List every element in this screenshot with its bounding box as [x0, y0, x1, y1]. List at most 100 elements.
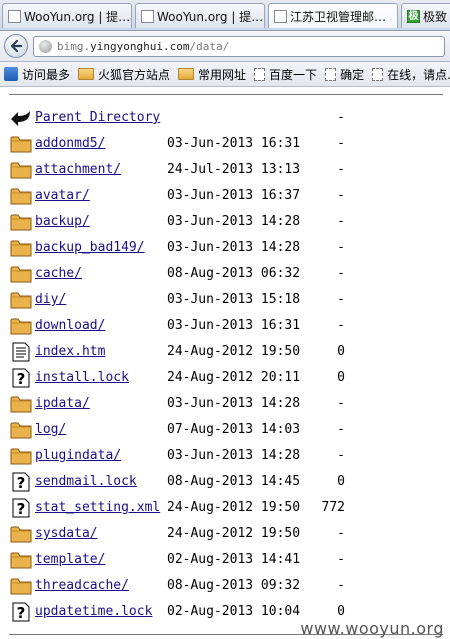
listing-row: ? sendmail.lock 08-Aug-2013 14:45 0: [10, 469, 450, 495]
entry-date: 08-Aug-2013 06:32: [167, 266, 301, 281]
tab-4[interactable]: 极 极致: [401, 3, 450, 28]
folder-icon: [78, 68, 95, 80]
bookmark-baidu[interactable]: 百度一下: [254, 66, 317, 83]
bookmark-most-visited[interactable]: 访问最多: [0, 66, 70, 83]
folder-icon: [10, 550, 32, 570]
entry-date: 24-Aug-2012 19:50: [167, 526, 301, 541]
entry-size: -: [337, 214, 345, 229]
bookmark-label: 百度一下: [269, 67, 318, 82]
listing-row: sysdata/24-Aug-2012 19:50 -: [10, 521, 450, 547]
back-arrow-icon: [10, 39, 23, 53]
entry-link[interactable]: stat_setting.xml: [35, 500, 160, 515]
entry-date: 03-Jun-2013 16:37: [167, 188, 301, 203]
bookmarks-bar: 访问最多 火狐官方站点 常用网址 百度一下 确定 在线，请点…: [0, 62, 450, 87]
unknown-file-icon: ?: [10, 498, 32, 518]
entry-size: -: [337, 240, 345, 255]
bookmark-icon: [4, 67, 18, 81]
page-icon: [141, 9, 154, 23]
entry-date: 08-Aug-2013 09:32: [167, 578, 301, 593]
unknown-file-icon: ?: [10, 602, 32, 622]
svg-text:?: ?: [17, 370, 26, 388]
entry-size: -: [337, 292, 345, 307]
entry-link[interactable]: threadcache/: [35, 578, 129, 593]
page-icon: [325, 67, 337, 81]
entry-date: 03-Jun-2013 16:31: [167, 136, 301, 151]
folder-icon: [10, 186, 32, 206]
listing-row: plugindata/03-Jun-2013 14:28 -: [10, 443, 450, 469]
entry-link[interactable]: attachment/: [35, 162, 121, 177]
entry-date: 07-Aug-2013 14:03: [167, 422, 301, 437]
entry-link[interactable]: backup_bad149/: [35, 240, 145, 255]
entry-link[interactable]: addonmd5/: [35, 136, 105, 151]
entry-date: 03-Jun-2013 14:28: [167, 396, 301, 411]
entry-link[interactable]: diy/: [35, 292, 66, 307]
entry-link[interactable]: template/: [35, 552, 105, 567]
entry-link[interactable]: cache/: [35, 266, 82, 281]
entry-link[interactable]: ipdata/: [35, 396, 90, 411]
entry-date: 03-Jun-2013 16:31: [167, 318, 301, 333]
entry-date: 03-Jun-2013 15:18: [167, 292, 301, 307]
page-icon: [8, 9, 21, 23]
bookmark-confirm[interactable]: 确定: [325, 66, 364, 83]
bookmark-firefox-site[interactable]: 火狐官方站点: [78, 66, 170, 83]
entry-size: -: [337, 188, 345, 203]
entry-link[interactable]: backup/: [35, 214, 90, 229]
bookmark-common-sites[interactable]: 常用网址: [178, 66, 246, 83]
folder-icon: [10, 316, 32, 336]
entry-link[interactable]: log/: [35, 422, 66, 437]
entry-size: 0: [337, 344, 345, 359]
listing-row: index.htm 24-Aug-2012 19:50 0: [10, 339, 450, 365]
listing-row: threadcache/08-Aug-2013 09:32 -: [10, 573, 450, 599]
globe-icon: [39, 40, 52, 53]
bookmark-online[interactable]: 在线，请点…: [372, 66, 450, 83]
folder-icon: [10, 134, 32, 154]
address-text: bimg.yingyonghui.com/data/: [57, 40, 230, 53]
folder-icon: [10, 420, 32, 440]
entry-date: 24-Jul-2013 13:13: [167, 162, 301, 177]
entry-link[interactable]: avatar/: [35, 188, 90, 203]
navigation-bar: bimg.yingyonghui.com/data/: [0, 31, 450, 62]
entry-link[interactable]: plugindata/: [35, 448, 121, 463]
entry-date: 24-Aug-2012 20:11: [167, 370, 301, 385]
listing-row: diy/03-Jun-2013 15:18 -: [10, 287, 450, 313]
page-icon: [274, 9, 287, 23]
listing-row: ? install.lock 24-Aug-2012 20:11 0: [10, 365, 450, 391]
entry-date: 03-Jun-2013 14:28: [167, 214, 301, 229]
folder-icon: [10, 290, 32, 310]
entry-date: 02-Aug-2013 10:04: [167, 604, 301, 619]
entry-link[interactable]: sysdata/: [35, 526, 98, 541]
bookmark-label: 火狐官方站点: [98, 67, 171, 82]
tab-2[interactable]: WooYun.org | 提…: [135, 3, 265, 28]
parent-directory-link[interactable]: Parent Directory: [35, 110, 160, 125]
tab-label: 极致: [423, 9, 448, 24]
listing-row: cache/08-Aug-2013 06:32 -: [10, 261, 450, 287]
folder-icon: [10, 160, 32, 180]
entry-size: -: [337, 318, 345, 333]
entry-date: 24-Aug-2012 19:50: [167, 500, 301, 515]
listing-row: ipdata/03-Jun-2013 14:28 -: [10, 391, 450, 417]
entry-link[interactable]: install.lock: [35, 370, 129, 385]
folder-icon: [10, 238, 32, 258]
folder-icon: [10, 524, 32, 544]
back-button[interactable]: [4, 34, 28, 58]
folder-icon: [10, 576, 32, 596]
text-file-icon: [10, 342, 32, 362]
entry-size: -: [337, 136, 345, 151]
listing-row: log/07-Aug-2013 14:03 -: [10, 417, 450, 443]
entry-link[interactable]: updatetime.lock: [35, 604, 152, 619]
directory-listing: Parent Directory - addonmd5/03-Jun-2013 …: [10, 105, 450, 625]
tab-1[interactable]: WooYun.org | 提…: [2, 3, 132, 28]
entry-size: -: [337, 448, 345, 463]
entry-link[interactable]: download/: [35, 318, 105, 333]
tab-label: 江苏卫视管理邮…: [290, 9, 387, 24]
listing-row: template/02-Aug-2013 14:41 -: [10, 547, 450, 573]
parent-size: -: [337, 110, 345, 125]
tab-3[interactable]: 江苏卫视管理邮…: [268, 3, 398, 28]
address-bar[interactable]: bimg.yingyonghui.com/data/: [33, 36, 445, 57]
svg-text:?: ?: [17, 604, 26, 622]
entry-date: 03-Jun-2013 14:28: [167, 240, 301, 255]
entry-size: -: [337, 162, 345, 177]
entry-link[interactable]: sendmail.lock: [35, 474, 137, 489]
svg-text:?: ?: [17, 474, 26, 492]
entry-link[interactable]: index.htm: [35, 344, 105, 359]
